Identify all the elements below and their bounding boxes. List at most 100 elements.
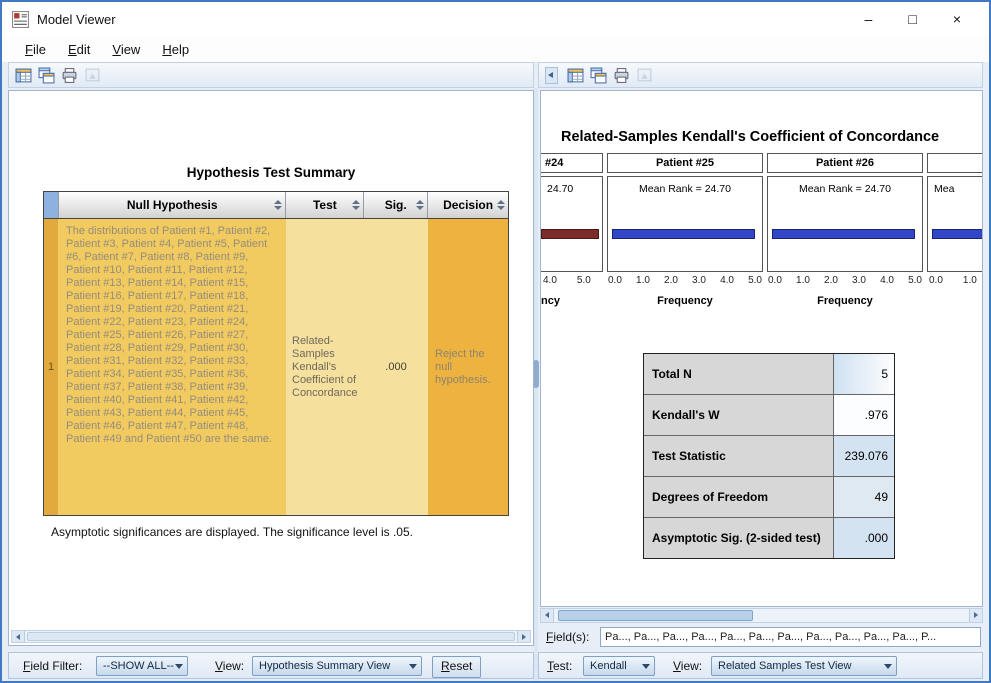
sort-icon[interactable] xyxy=(274,200,282,210)
stat-label: Test Statistic xyxy=(644,436,834,476)
sort-icon[interactable] xyxy=(352,200,360,210)
stat-label: Asymptotic Sig. (2-sided test) xyxy=(644,518,834,558)
table-row: Total N 5 xyxy=(644,354,894,395)
scroll-right-icon[interactable] xyxy=(517,631,530,642)
scrollbar-thumb[interactable] xyxy=(558,610,753,621)
window-title: Model Viewer xyxy=(37,11,116,27)
column-header-label: Null Hypothesis xyxy=(126,198,218,212)
column-header-sig[interactable]: Sig. xyxy=(364,192,429,218)
column-header-decision[interactable]: Decision xyxy=(428,192,508,218)
chart-title: Related-Samples Kendall's Coefficient of… xyxy=(561,129,940,145)
model-viewer-app-icon xyxy=(12,10,29,28)
frequency-bar xyxy=(541,229,599,239)
stat-label: Degrees of Freedom xyxy=(644,477,834,517)
chart-plot-area: Mean Rank = 24.70 xyxy=(767,176,923,272)
print-icon[interactable] xyxy=(613,67,630,84)
menu-view[interactable]: View xyxy=(101,39,151,60)
print-icon[interactable] xyxy=(61,67,78,84)
stat-value: 239.076 xyxy=(834,436,894,476)
frequency-bar xyxy=(612,229,755,239)
mean-rank-annotation: Mean Rank = 24.70 xyxy=(799,183,891,195)
copy-table-icon[interactable] xyxy=(590,67,607,84)
left-bottom-bar: Field Filter: --SHOW ALL-- View: Hypothe… xyxy=(8,652,534,679)
export-icon[interactable] xyxy=(636,67,653,84)
x-axis-tick-labels: 0.0 1.0 xyxy=(927,275,982,286)
sig-cell: .000 xyxy=(364,219,428,515)
scroll-left-icon[interactable] xyxy=(12,631,25,642)
menu-bar: File Edit View Help xyxy=(2,36,989,62)
minimize-button[interactable]: – xyxy=(865,11,873,27)
test-detail-panel: Related-Samples Kendall's Coefficient of… xyxy=(540,90,983,607)
sort-icon[interactable] xyxy=(416,200,424,210)
table-header-row: Null Hypothesis Test Sig. Decision xyxy=(44,192,508,219)
field-filter-dropdown[interactable]: --SHOW ALL-- xyxy=(96,656,188,676)
stat-label: Kendall's W xyxy=(644,395,834,435)
x-axis-label: Frequency xyxy=(657,295,713,307)
mean-rank-annotation: Mea xyxy=(934,183,955,195)
x-axis-tick-labels: 0.0 1.0 2.0 3.0 4.0 5.0 xyxy=(607,275,763,286)
scrollbar-thumb[interactable] xyxy=(27,632,515,641)
chart-panel-patient-25: Patient #25 Mean Rank = 24.70 0.0 1.0 2.… xyxy=(607,153,763,307)
sort-icon[interactable] xyxy=(497,200,505,210)
stat-label: Total N xyxy=(644,354,834,394)
table-row: Asymptotic Sig. (2-sided test) .000 xyxy=(644,518,894,558)
right-bottom-bar: Test: Kendall View: Related Samples Test… xyxy=(538,652,983,679)
field-filter-label: Field Filter: xyxy=(23,659,83,673)
pivot-table-icon[interactable] xyxy=(15,67,32,84)
table-footnote: Asymptotic significances are displayed. … xyxy=(51,525,413,539)
left-horizontal-scrollbar[interactable] xyxy=(11,630,531,643)
column-header-label: Decision xyxy=(443,198,494,212)
close-button[interactable]: × xyxy=(953,11,961,27)
mean-rank-annotation: Mean Rank = 24.70 xyxy=(639,183,731,195)
tick-label: 4.0 xyxy=(720,275,734,286)
test-dropdown[interactable]: Kendall xyxy=(583,656,655,676)
scroll-right-icon[interactable] xyxy=(969,609,982,622)
tick-label: 1.0 xyxy=(636,275,650,286)
test-cell: Related-Samples Kendall's Coefficient of… xyxy=(286,219,364,515)
view-label: View: xyxy=(215,659,245,673)
fields-row: Field(s): Pa..., Pa..., Pa..., Pa..., Pa… xyxy=(540,626,983,649)
stat-value: 49 xyxy=(834,477,894,517)
tick-label: 0.0 xyxy=(608,275,622,286)
maximize-button[interactable]: □ xyxy=(908,11,916,27)
menu-edit[interactable]: Edit xyxy=(57,39,101,60)
tick-label: 0.0 xyxy=(929,275,943,286)
chart-panel-patient-27: Mea 0.0 1.0 xyxy=(927,153,982,295)
panel-header: #24 xyxy=(541,153,603,173)
pivot-table-icon[interactable] xyxy=(567,67,584,84)
fields-label: Field(s): xyxy=(546,630,590,644)
column-header-null-hypothesis[interactable]: Null Hypothesis xyxy=(58,192,287,218)
test-view-dropdown[interactable]: Related Samples Test View xyxy=(711,656,897,676)
test-cell-text: Related-Samples Kendall's Coefficient of… xyxy=(292,334,358,399)
export-icon[interactable] xyxy=(84,67,101,84)
x-axis-label: ncy xyxy=(541,295,560,307)
menu-help[interactable]: Help xyxy=(151,39,200,60)
scroll-left-icon[interactable] xyxy=(541,609,554,622)
tick-label: 5.0 xyxy=(748,275,762,286)
tick-label: 2.0 xyxy=(664,275,678,286)
reset-button[interactable]: Reset xyxy=(432,656,482,678)
column-header-test[interactable]: Test xyxy=(286,192,365,218)
hypothesis-summary-panel: Hypothesis Test Summary Null Hypothesis … xyxy=(8,90,534,646)
test-label: Test: xyxy=(547,659,573,673)
right-horizontal-scrollbar[interactable] xyxy=(540,608,983,623)
menu-file[interactable]: File xyxy=(14,39,57,60)
table-row[interactable]: 1 The distributions of Patient #1, Patie… xyxy=(44,219,508,515)
tick-label: 3.0 xyxy=(852,275,866,286)
row-number-cell: 1 xyxy=(44,219,58,515)
tick-label: 5.0 xyxy=(576,275,591,286)
chart-plot-area: 24.70 xyxy=(541,176,603,272)
chart-panel-patient-24: #24 24.70 4.0 5.0 ncy xyxy=(541,153,603,307)
decision-cell: Reject the null hypothesis. xyxy=(428,219,508,515)
tick-label: 4.0 xyxy=(543,275,557,286)
x-axis-tick-labels: 4.0 5.0 xyxy=(541,275,603,286)
row-selector-header[interactable] xyxy=(44,192,59,218)
panel-header xyxy=(927,153,982,173)
view-dropdown[interactable]: Hypothesis Summary View xyxy=(252,656,422,676)
copy-table-icon[interactable] xyxy=(38,67,55,84)
x-axis-tick-labels: 0.0 1.0 2.0 3.0 4.0 5.0 xyxy=(767,275,923,286)
left-toolbar xyxy=(8,62,534,88)
collapse-left-icon[interactable] xyxy=(545,66,558,84)
fields-list[interactable]: Pa..., Pa..., Pa..., Pa..., Pa..., Pa...… xyxy=(600,627,981,647)
panel-header: Patient #26 xyxy=(767,153,923,173)
